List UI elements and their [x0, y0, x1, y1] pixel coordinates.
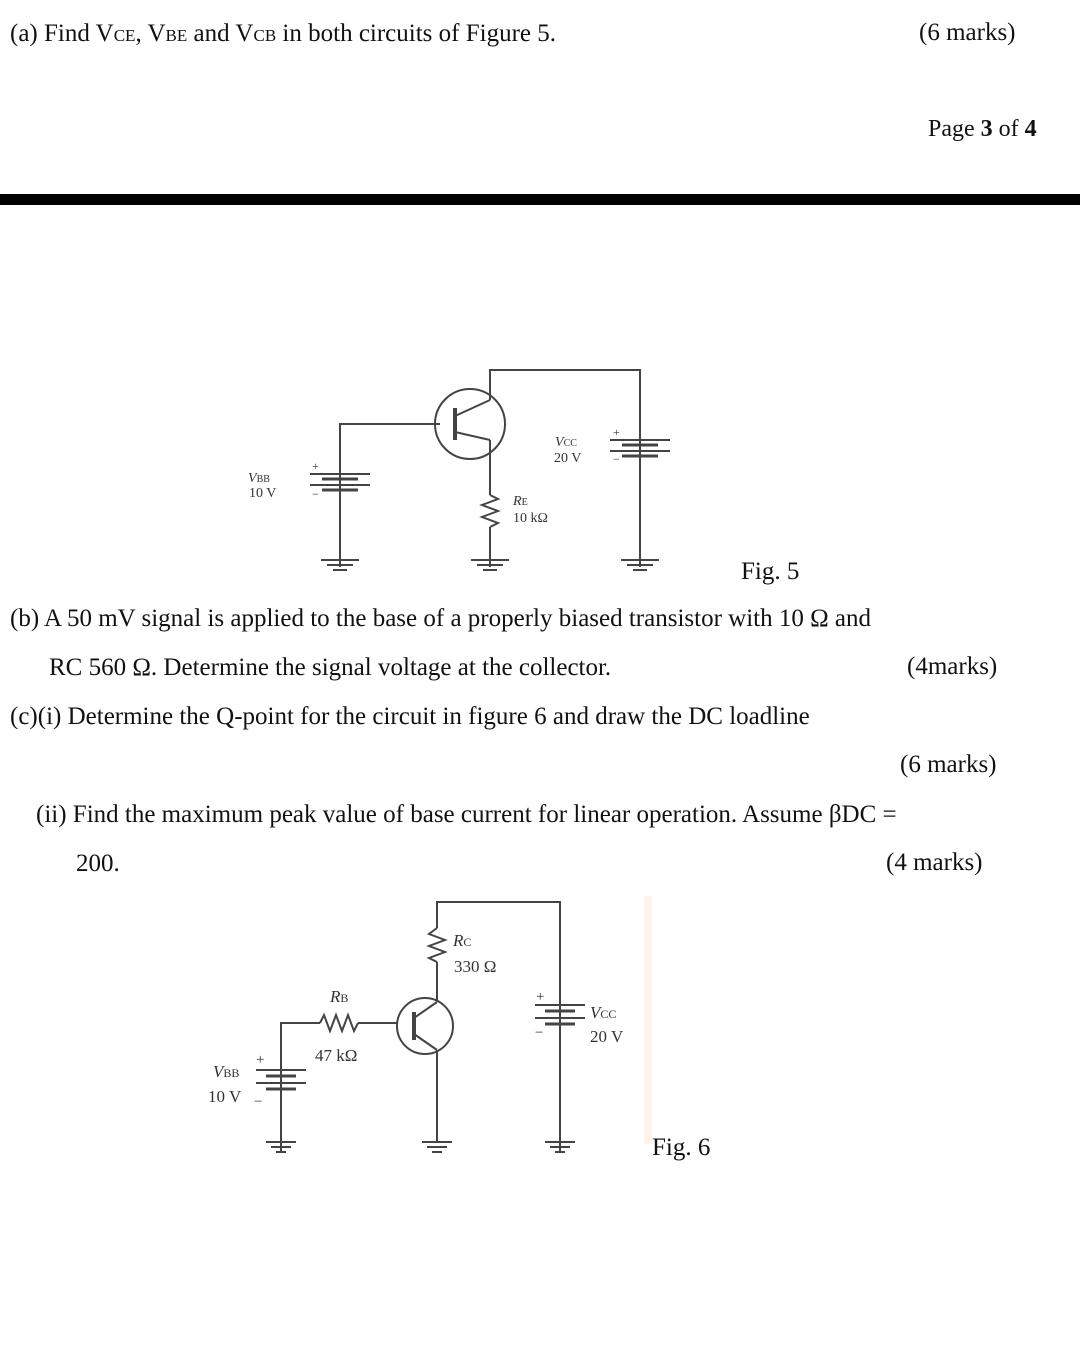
fig6-vbb-label: VBB: [213, 1062, 239, 1081]
fig6-rb-resistor: [319, 1012, 359, 1034]
fig5-re-resistor: [479, 494, 501, 528]
fig6-caption: Fig. 6: [652, 1134, 710, 1161]
fig5-transistor-circle: [434, 388, 506, 460]
fig6-rc-label: RC: [452, 931, 471, 950]
question-b-line1: (b) A 50 mV signal is applied to the bas…: [10, 605, 872, 632]
fig5-re-value: 10 kΩ: [513, 511, 548, 526]
fig6-vcc-plus: +: [536, 989, 544, 1005]
fig5-caption: Fig. 5: [741, 558, 799, 585]
question-c-part-ii-line1: (ii) Find the maximum peak value of base…: [36, 801, 897, 828]
figure-5-circuit: VBB 10 V + − VCC 20 V + − RE 10 kΩ Fig. …: [248, 369, 799, 585]
fig6-rc-value: 330 Ω: [454, 957, 496, 976]
fig6-rc-resistor: [426, 927, 448, 963]
question-b-line2: RC 560 Ω. Determine the signal voltage a…: [49, 654, 612, 681]
fig5-vcc-value: 20 V: [554, 451, 581, 466]
fig6-rb-label: RB: [329, 987, 348, 1006]
fig6-vcc-value: 20 V: [590, 1027, 624, 1046]
fig5-vcc-plus: +: [613, 425, 620, 439]
fig6-transistor-circle: [396, 997, 454, 1055]
question-c-part-ii-marks: (4 marks): [886, 849, 983, 876]
fig5-vbb-plus: +: [312, 459, 319, 473]
fig6-vcc-minus: −: [535, 1025, 543, 1041]
fig6-vbb-value: 10 V: [208, 1087, 242, 1106]
fig6-vcc-label: VCC: [590, 1003, 616, 1022]
fig5-vbb-minus: −: [312, 487, 319, 501]
question-c-part-i-marks: (6 marks): [900, 751, 997, 778]
fig5-collector-wire: [489, 369, 641, 567]
fig6-rb-value: 47 kΩ: [315, 1046, 357, 1065]
figure-6-circuit: RC 330 Ω RB 47 kΩ VBB 10 V + − VCC 20 V …: [208, 901, 710, 1161]
question-c-part-i: (c)(i) Determine the Q-point for the cir…: [10, 703, 810, 730]
fig5-vcc-minus: −: [613, 452, 620, 466]
question-c-part-ii-line2: 200.: [76, 850, 120, 877]
fig5-base-wire: [339, 423, 440, 567]
fig5-re-label: RE: [512, 494, 528, 509]
fig6-ground-2-icon: [422, 1141, 452, 1153]
question-b-marks: (4marks): [907, 653, 998, 680]
fig5-vcc-label: VCC: [555, 435, 577, 450]
fig6-vbb-minus: −: [254, 1094, 262, 1110]
fig6-vbb-plus: +: [256, 1052, 264, 1068]
fig5-vbb-value: 10 V: [249, 486, 276, 501]
fig5-vbb-label: VBB: [248, 471, 270, 486]
